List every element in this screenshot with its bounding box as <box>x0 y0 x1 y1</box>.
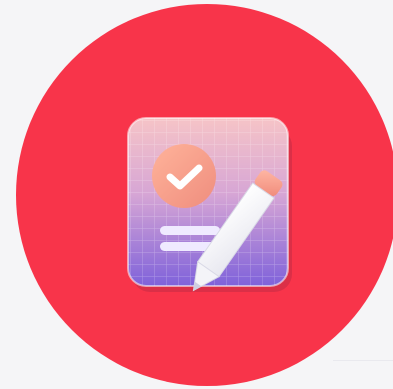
app-icon-canvas <box>0 0 393 389</box>
divider <box>333 360 393 361</box>
check-badge <box>152 144 216 208</box>
text-line-1 <box>160 226 220 235</box>
document-check-pencil-svg <box>127 117 292 292</box>
document-check-pencil-icon <box>118 108 318 308</box>
